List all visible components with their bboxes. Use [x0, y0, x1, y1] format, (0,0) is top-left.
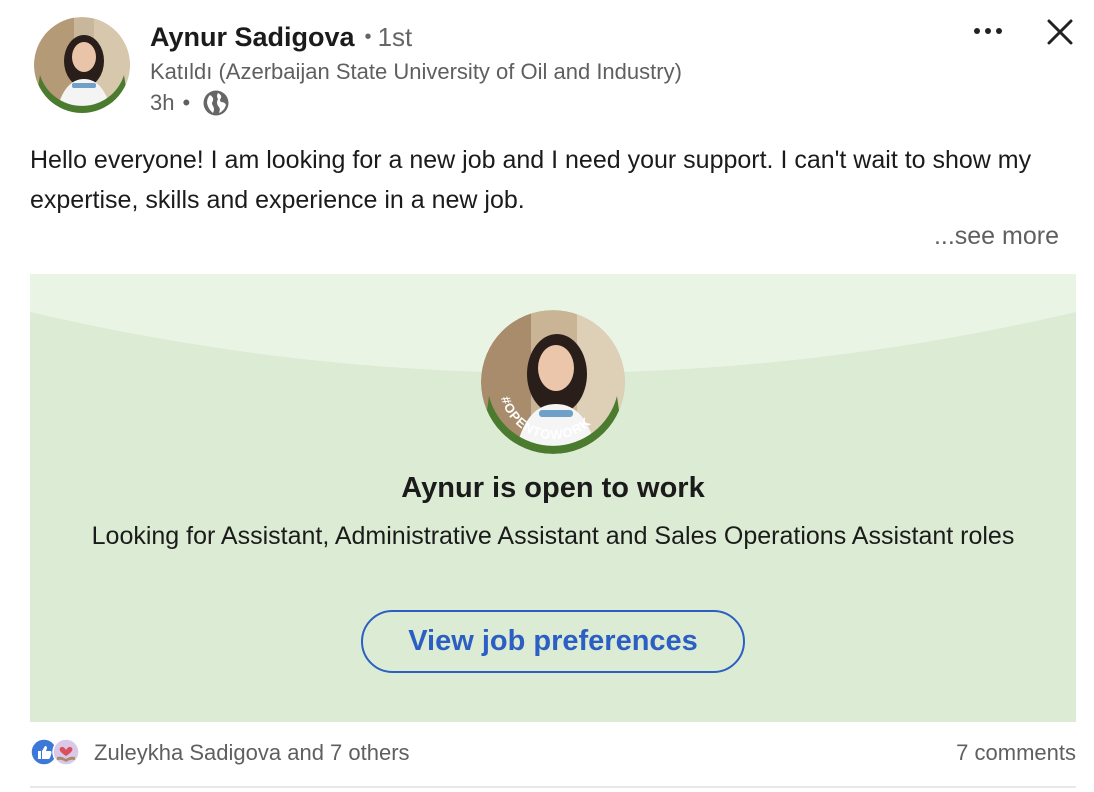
post-meta: 3h •: [150, 89, 230, 117]
social-counts-bar: Zuleykha Sadigova and 7 others 7 comment…: [30, 738, 1076, 772]
open-to-work-title: Aynur is open to work: [401, 472, 705, 504]
meta-separator: •: [182, 90, 191, 115]
open-to-work-description: Looking for Assistant, Administrative As…: [91, 522, 1015, 550]
more-options-button[interactable]: [966, 14, 1010, 48]
avatar-photo-large: #OPENTOWORK: [481, 310, 625, 454]
see-more-link[interactable]: ...see more: [934, 222, 1059, 251]
separator-dot: •: [364, 26, 372, 48]
feed-post: Aynur Sadigova • 1st Katıldı (Azerbaijan S…: [0, 0, 1094, 792]
post-body-text: Hello everyone! I am looking for a new j…: [30, 146, 1032, 214]
avatar-photo: [34, 17, 130, 113]
divider: [30, 786, 1076, 788]
reactors-text[interactable]: Zuleykha Sadigova and 7 others: [94, 740, 410, 766]
close-button[interactable]: [1040, 12, 1080, 52]
connection-degree: 1st: [377, 22, 413, 52]
ellipsis-icon: [974, 28, 1002, 34]
reaction-icons[interactable]: [30, 738, 80, 766]
author-headline: Katıldı (Azerbaijan State University of …: [150, 59, 682, 84]
open-to-work-card[interactable]: #OPENTOWORK Aynur is open to work Lookin…: [30, 274, 1076, 722]
author-name-line[interactable]: Aynur Sadigova • 1st: [150, 22, 412, 53]
comments-count[interactable]: 7 comments: [956, 740, 1076, 766]
close-icon: [1047, 19, 1073, 45]
author-name[interactable]: Aynur Sadigova: [150, 22, 355, 52]
support-icon: [52, 738, 80, 766]
post-time: 3h: [150, 90, 175, 115]
author-avatar[interactable]: [34, 17, 130, 113]
globe-icon: [203, 90, 229, 116]
open-to-work-avatar[interactable]: #OPENTOWORK: [481, 310, 625, 454]
view-job-preferences-button[interactable]: View job preferences: [361, 610, 745, 673]
